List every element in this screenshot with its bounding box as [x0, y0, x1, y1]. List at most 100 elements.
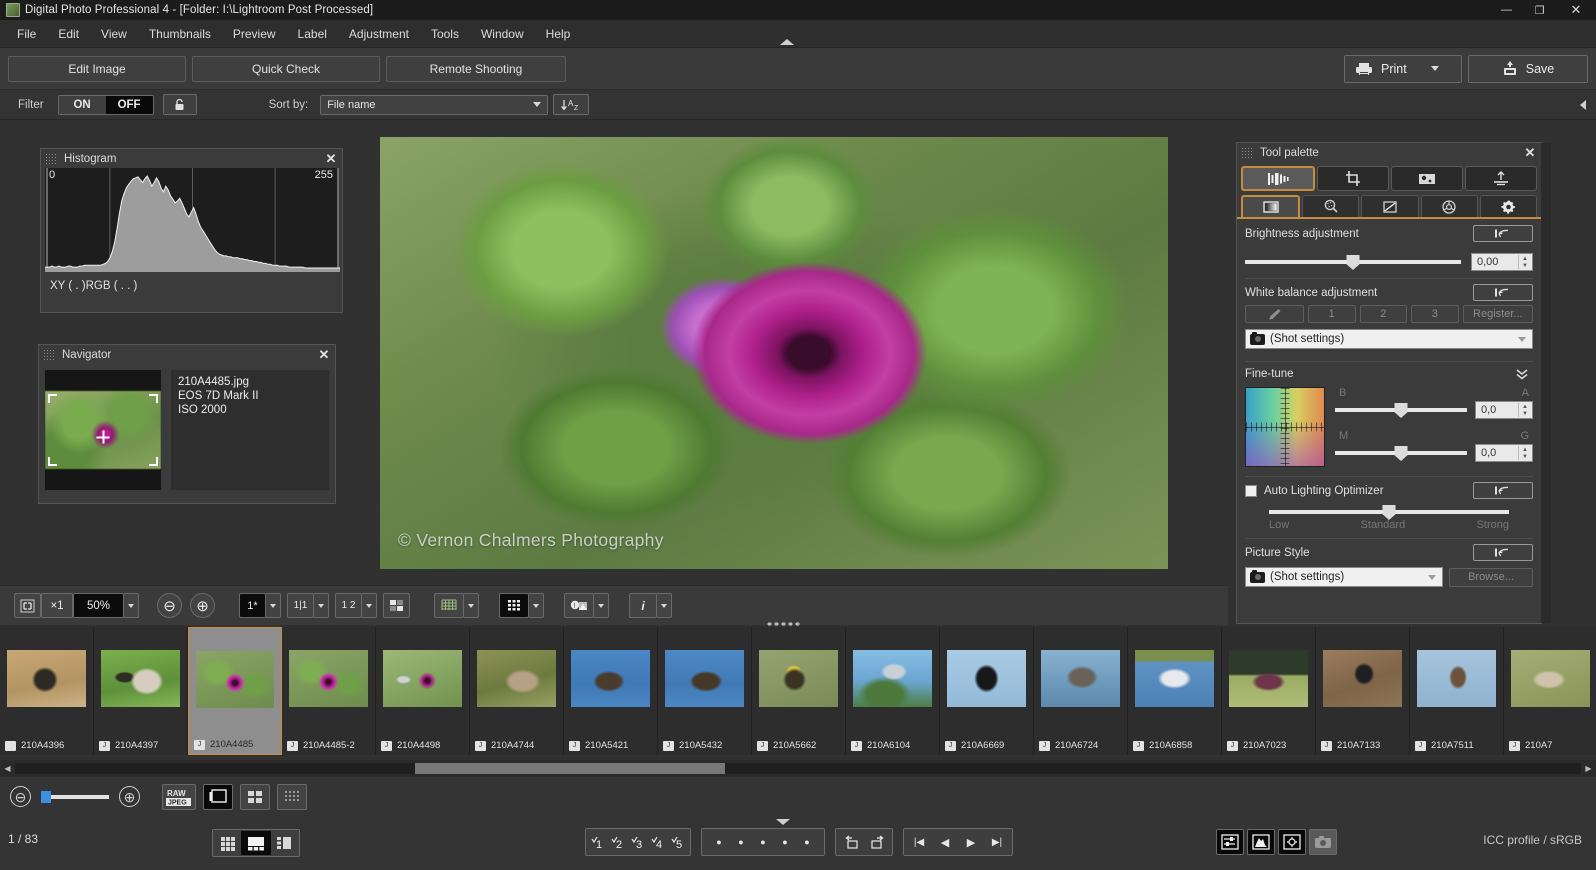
thumbnail-item[interactable]: J210A7023	[1222, 627, 1316, 755]
menu-edit[interactable]: Edit	[47, 23, 90, 45]
sort-direction-button[interactable]: AZ	[553, 94, 589, 115]
collapse-ribbon-caret[interactable]	[780, 39, 794, 45]
filter-toggle[interactable]: ON OFF	[58, 95, 154, 115]
tool-palette-scrollbar[interactable]	[1541, 143, 1551, 623]
menu-preview[interactable]: Preview	[222, 23, 287, 45]
scrollbar-track[interactable]	[15, 763, 1581, 774]
compare-view-dropdown[interactable]	[314, 593, 329, 618]
chevron-down-icon[interactable]	[1428, 575, 1436, 580]
highlight-warning-button[interactable]: !	[564, 593, 594, 618]
tone-curve-tab[interactable]	[1361, 195, 1418, 217]
label-5-button[interactable]: ●	[796, 830, 818, 854]
multi-view-button[interactable]: 1 2	[335, 593, 362, 618]
drag-grip-icon[interactable]	[45, 153, 58, 165]
thumbnail-size-slider[interactable]	[41, 795, 109, 799]
brightness-reset-button[interactable]	[1473, 225, 1533, 242]
single-view-dropdown[interactable]	[266, 593, 281, 618]
zoom-in-button[interactable]: ⊕	[190, 593, 215, 618]
target-tool-button[interactable]	[1278, 829, 1306, 855]
fine-tune-collapse-button[interactable]	[1511, 367, 1533, 381]
brightness-value-input[interactable]: 0,00 ▲▼	[1471, 253, 1533, 271]
print-button[interactable]: Print	[1344, 55, 1462, 83]
auto-lighting-checkbox[interactable]	[1245, 485, 1257, 497]
thumbnail-item[interactable]: J210A6858	[1128, 627, 1222, 755]
label-1-button[interactable]: ●	[708, 830, 730, 854]
filter-on-option[interactable]: ON	[59, 96, 106, 114]
basic-adjustment-tab[interactable]	[1241, 166, 1315, 191]
thumb-size-decrease-button[interactable]: ⊖	[10, 786, 31, 807]
collapse-right-panel-caret[interactable]	[1580, 100, 1586, 110]
fine-tune-ba-slider[interactable]	[1335, 408, 1467, 412]
fine-tune-ba-knob[interactable]	[1395, 403, 1408, 418]
picture-style-reset-button[interactable]	[1473, 544, 1533, 561]
label-3-button[interactable]: ●	[752, 830, 774, 854]
menu-file[interactable]: File	[6, 23, 47, 45]
fine-tune-mg-input[interactable]: 0,0 ▲▼	[1475, 444, 1533, 462]
zoom-out-button[interactable]: ⊖	[157, 593, 182, 618]
thumbnail-item[interactable]: J210A7	[1504, 627, 1596, 755]
small-thumbnail-view-button[interactable]	[277, 784, 307, 810]
brightness-slider-knob[interactable]	[1347, 255, 1360, 270]
filter-lock-button[interactable]	[163, 94, 197, 115]
scroll-left-arrow[interactable]: ◀	[0, 764, 15, 773]
auto-lighting-reset-button[interactable]	[1473, 482, 1533, 499]
thumbnail-item[interactable]: J210A4744	[470, 627, 564, 755]
histogram-tool-button[interactable]	[1247, 829, 1275, 855]
thumbnail-size-slider-knob[interactable]	[41, 791, 51, 803]
raw-jpeg-filter-button[interactable]: RAW JPEG	[162, 784, 196, 810]
stamp-tab[interactable]	[1391, 166, 1463, 191]
rating-3-button[interactable]: 3	[628, 830, 648, 854]
grid-thumbnail-view-button[interactable]	[240, 784, 270, 810]
crop-tab[interactable]	[1317, 166, 1389, 191]
aspect-grid-button[interactable]	[499, 593, 529, 618]
thumb-size-increase-button[interactable]: ⊕	[119, 786, 140, 807]
thumbnail-item[interactable]: J210A7511	[1410, 627, 1504, 755]
scrollbar-thumb[interactable]	[415, 763, 725, 774]
close-button[interactable]: ✕	[1556, 0, 1596, 20]
thumbnail-item[interactable]: J210A6104	[846, 627, 940, 755]
auto-lighting-slider[interactable]	[1269, 510, 1509, 514]
menu-help[interactable]: Help	[535, 23, 582, 45]
histogram-close-icon[interactable]: ✕	[324, 151, 338, 165]
single-image-view-button[interactable]: 1*	[239, 593, 266, 618]
first-image-button[interactable]: |◀	[906, 830, 932, 854]
chevron-down-icon[interactable]	[1431, 66, 1439, 71]
filter-off-option[interactable]: OFF	[106, 96, 153, 114]
picture-style-browse-button[interactable]: Browse...	[1449, 568, 1533, 587]
menu-window[interactable]: Window	[470, 23, 535, 45]
info-overlay-button[interactable]: i	[629, 593, 657, 618]
layout-grid-button[interactable]	[215, 831, 241, 855]
thumbnail-item[interactable]: J210A5662	[752, 627, 846, 755]
filmstrip-resize-grip[interactable]	[766, 621, 800, 627]
settings-tab[interactable]	[1480, 195, 1537, 217]
menu-thumbnails[interactable]: Thumbnails	[138, 23, 222, 45]
image-preview[interactable]: © Vernon Chalmers Photography	[380, 137, 1168, 569]
fine-tune-mg-spinner[interactable]: ▲▼	[1518, 446, 1531, 460]
thumbnail-item[interactable]: J210A6669	[940, 627, 1034, 755]
zoom-100-button[interactable]: ×1	[41, 593, 73, 618]
drag-grip-icon[interactable]	[43, 349, 56, 361]
aspect-grid-dropdown[interactable]	[529, 593, 544, 618]
thumbnail-item[interactable]: J210A4397	[94, 627, 188, 755]
white-balance-eyedropper-button[interactable]	[1245, 305, 1304, 323]
fine-tune-ba-input[interactable]: 0,0 ▲▼	[1475, 401, 1533, 419]
previous-image-button[interactable]: ◀	[932, 830, 958, 854]
maximize-button[interactable]: ❐	[1523, 0, 1556, 20]
picture-style-select[interactable]: (Shot settings)	[1245, 567, 1443, 587]
color-tab[interactable]	[1421, 195, 1478, 217]
rotate-right-button[interactable]	[864, 830, 890, 854]
remote-shooting-button[interactable]: Remote Shooting	[386, 56, 566, 82]
menu-label[interactable]: Label	[287, 23, 338, 45]
camera-tool-button[interactable]	[1309, 829, 1337, 855]
rotate-left-button[interactable]	[838, 830, 864, 854]
info-overlay-dropdown[interactable]	[657, 593, 672, 618]
lens-tab[interactable]	[1465, 166, 1537, 191]
thumbnail-item[interactable]: J210A5421	[564, 627, 658, 755]
brightness-spinner[interactable]: ▲▼	[1518, 255, 1531, 269]
white-balance-preset-select[interactable]: (Shot settings)	[1245, 329, 1533, 349]
save-button[interactable]: Save	[1468, 55, 1588, 83]
large-thumbnail-view-button[interactable]	[203, 784, 233, 810]
white-balance-register-button[interactable]: Register...	[1463, 305, 1533, 323]
navigator-thumbnail[interactable]	[44, 369, 162, 491]
rating-1-button[interactable]: 1	[588, 830, 608, 854]
